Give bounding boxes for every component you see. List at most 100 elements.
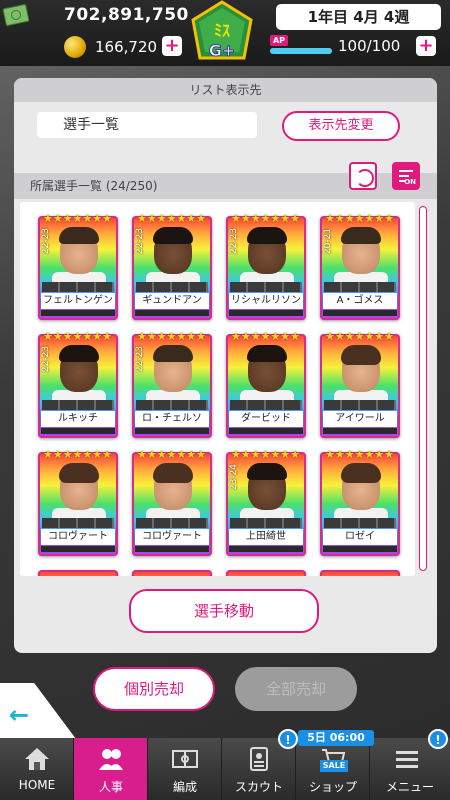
move-player-button[interactable]: 選手移動 (129, 589, 319, 633)
rarity-stars: ★★★★★★★ (43, 330, 113, 343)
card-stat-bar (42, 282, 114, 292)
player-portrait (341, 463, 381, 510)
player-card[interactable]: ★★★★★★★ アイワール (320, 331, 400, 438)
svg-text:ﾐｽ: ﾐｽ (214, 21, 230, 40)
squad-panel: リスト表示先 選手一覧 表示先変更 所属選手一覧 (24/250) ON ★★★… (14, 78, 437, 653)
logo-badge-text: G+ (209, 41, 236, 60)
nav-formation-label: 編成 (172, 780, 197, 794)
season-label: 20-21 (323, 228, 333, 255)
nav-personnel[interactable]: 人事 (74, 738, 148, 800)
top-status-bar: 702,891,750 166,720 + ﾐｽ G+ 1年目 4月 4週 AP… (0, 0, 450, 66)
nav-formation[interactable]: 編成 (148, 738, 222, 800)
player-name: ギュンドアン (135, 293, 209, 309)
list-destination-header: リスト表示先 (14, 78, 437, 102)
card-footer (229, 546, 303, 552)
player-portrait (59, 463, 99, 510)
player-card[interactable]: ★★★★★★★ 23-24 上田綺世 (226, 448, 306, 556)
season-label: 22-23 (229, 228, 239, 255)
card-footer (41, 310, 115, 316)
player-card-partial[interactable] (226, 570, 306, 576)
club-logo[interactable]: ﾐｽ G+ (189, 0, 255, 66)
grid-scroll-thumb[interactable] (419, 206, 427, 571)
rarity-stars: ★★★★★★★ (137, 448, 207, 461)
back-button[interactable]: ← (0, 683, 76, 739)
add-coins-button[interactable]: + (162, 36, 182, 56)
card-stat-bar (230, 518, 302, 528)
people-icon (99, 749, 123, 770)
player-name: 上田綺世 (229, 529, 303, 545)
player-portrait (341, 227, 381, 274)
season-label: 23-24 (229, 464, 239, 491)
player-name: コロヴァート (41, 529, 115, 545)
card-stat-bar (324, 518, 396, 528)
card-footer (135, 546, 209, 552)
player-name: フェルトンゲン (41, 293, 115, 309)
player-name: アイワール (323, 411, 397, 427)
ap-gauge (270, 48, 332, 54)
player-portrait (153, 227, 193, 274)
card-stat-bar (136, 400, 208, 410)
player-name: コロヴァート (135, 529, 209, 545)
player-card[interactable]: ★★★★★★★ 22-23 ルキッチ (38, 330, 118, 438)
add-ap-button[interactable]: + (416, 36, 436, 56)
rarity-stars: ★★★★★★★ (43, 448, 113, 461)
card-footer (229, 310, 303, 316)
player-name: ロ・チェルソ (135, 411, 209, 427)
money-icon (2, 3, 30, 27)
player-card-partial[interactable] (38, 570, 118, 576)
player-card[interactable]: ★★★★★★★ 20-21 A・ゴメス (320, 213, 400, 320)
coin-icon (64, 36, 86, 58)
season-label: 22-23 (41, 228, 51, 255)
rarity-stars: ★★★★★★★ (137, 330, 207, 343)
player-name: ロゼイ (323, 529, 397, 545)
nav-home[interactable]: HOME (0, 738, 74, 800)
filter-icon[interactable]: ON (392, 162, 420, 190)
sell-all-button: 全部売却 (235, 667, 357, 711)
player-card-partial[interactable] (320, 570, 400, 576)
player-portrait (247, 345, 287, 392)
nav-home-label: HOME (18, 778, 56, 792)
player-card[interactable]: ★★★★★★★ ロゼイ (320, 448, 400, 556)
menu-notification-badge: ! (428, 729, 448, 749)
nav-shop[interactable]: SALE ショップ (296, 738, 370, 800)
player-card[interactable]: ★★★★★★★ 22-23 フェルトンゲン (38, 212, 118, 320)
nav-scout-label: スカウト (234, 780, 283, 794)
player-card[interactable]: ★★★★★★★ 22-23 ギュンドアン (132, 213, 212, 320)
home-icon (25, 748, 49, 770)
scout-card-icon (250, 747, 268, 771)
refresh-icon[interactable] (349, 162, 377, 190)
season-label: 22-23 (41, 346, 51, 373)
rarity-stars: ★★★★★★★ (231, 212, 301, 225)
rarity-stars: ★★★★★★★ (231, 330, 301, 343)
card-stat-bar (136, 518, 208, 528)
money-amount: 702,891,750 (64, 5, 189, 25)
grid-scrollbar[interactable] (419, 206, 427, 571)
card-footer (323, 428, 397, 434)
menu-icon (396, 751, 418, 768)
player-card[interactable]: ★★★★★★★ コロヴァート (38, 448, 118, 556)
player-card[interactable]: ★★★★★★★ コロヴァート (132, 448, 212, 556)
rarity-stars: ★★★★★★★ (231, 448, 301, 461)
card-footer (323, 546, 397, 552)
coin-amount: 166,720 (95, 38, 158, 56)
card-stat-bar (136, 282, 208, 292)
player-portrait (59, 227, 99, 274)
player-card[interactable]: ★★★★★★★ 22-23 リシャルリソン (226, 212, 306, 320)
player-name: ダービッド (229, 411, 303, 427)
rarity-stars: ★★★★★★★ (43, 212, 113, 225)
ap-label: AP (270, 35, 288, 46)
player-card-grid: ★★★★★★★ 22-23 フェルトンゲン ★★★★★★★ 22-23 ギュンドアン ★★★… (20, 202, 415, 576)
player-portrait (153, 463, 193, 510)
player-card-partial[interactable] (132, 570, 212, 576)
player-card[interactable]: ★★★★★★★ ダービッド (226, 330, 306, 438)
rarity-stars: ★★★★★★★ (325, 448, 395, 461)
scout-notification-badge: ! (278, 729, 298, 749)
player-card[interactable]: ★★★★★★★ 22-23 ロ・チェルソ (132, 330, 212, 438)
season-label: 22-23 (135, 228, 145, 255)
pitch-icon (172, 750, 198, 768)
list-destination-field: 選手一覧 (37, 112, 257, 138)
sell-single-button[interactable]: 個別売却 (93, 667, 215, 711)
card-footer (229, 428, 303, 434)
change-destination-button[interactable]: 表示先変更 (282, 111, 400, 141)
player-portrait (153, 345, 193, 392)
